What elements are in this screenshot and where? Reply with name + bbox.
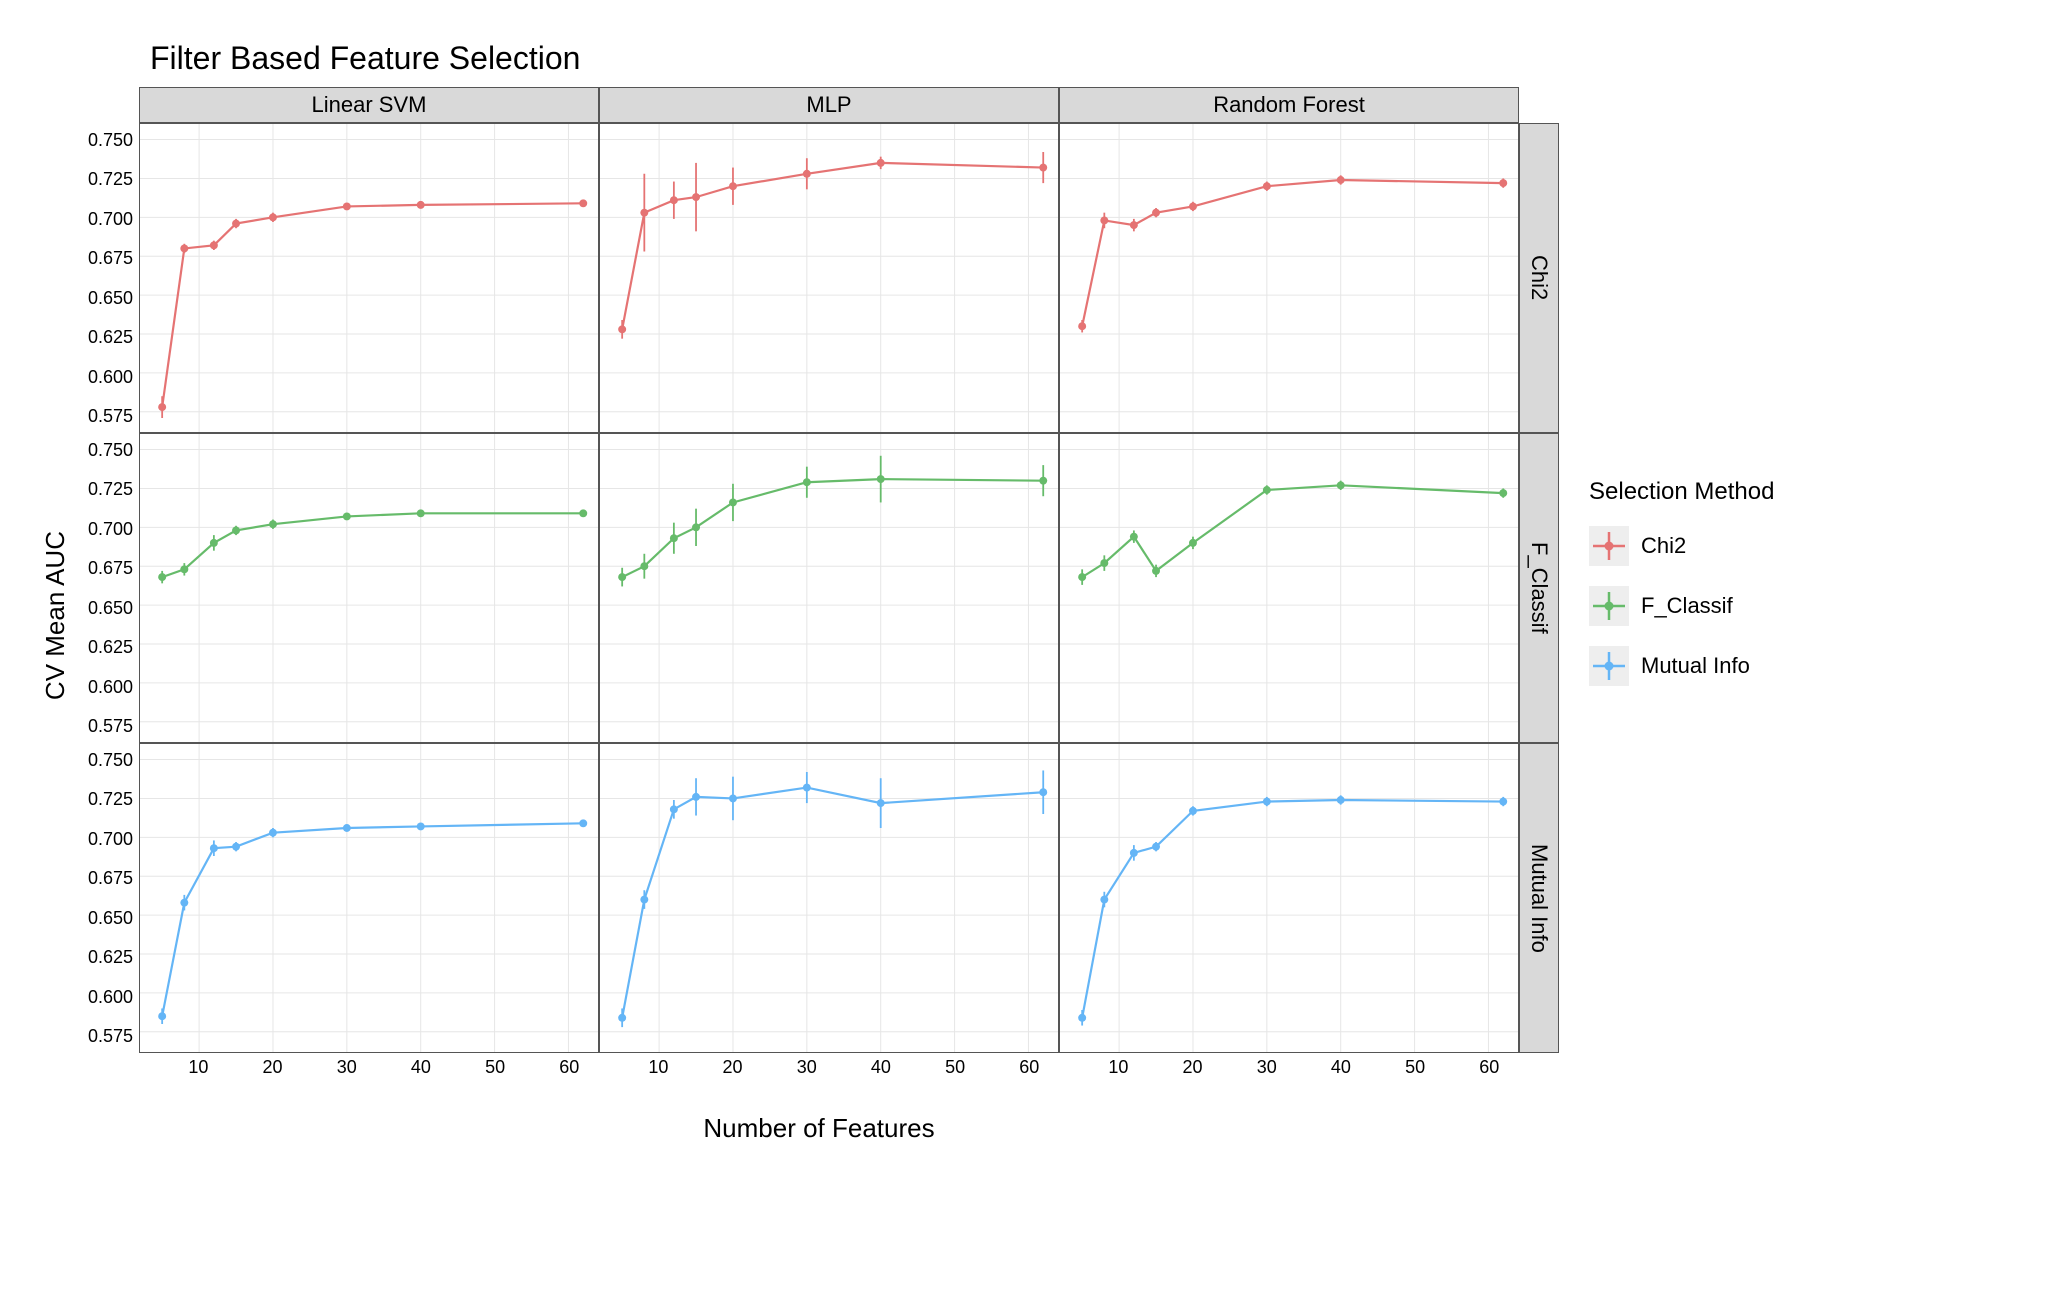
x-tick-label: 50 bbox=[485, 1057, 505, 1078]
x-tick-label: 60 bbox=[1479, 1057, 1499, 1078]
legend: Selection Method Chi2 F_Classif Mutual I… bbox=[1589, 478, 1774, 706]
facet-col-strip: MLP bbox=[599, 87, 1059, 123]
legend-swatch bbox=[1589, 586, 1629, 626]
legend-item: F_Classif bbox=[1589, 586, 1774, 626]
y-tick-label: 0.725 bbox=[88, 480, 133, 498]
x-axis-label: Number of Features bbox=[79, 1113, 1559, 1144]
x-tick-label: 20 bbox=[1183, 1057, 1203, 1078]
legend-item: Chi2 bbox=[1589, 526, 1774, 566]
y-tick-label: 0.625 bbox=[88, 638, 133, 656]
y-tick-label: 0.700 bbox=[88, 520, 133, 538]
legend-title: Selection Method bbox=[1589, 478, 1774, 506]
x-tick-label: 60 bbox=[559, 1057, 579, 1078]
y-tick-label: 0.575 bbox=[88, 717, 133, 735]
facet-panel bbox=[1059, 433, 1519, 743]
facet-col-strip: Linear SVM bbox=[139, 87, 599, 123]
facet-panel bbox=[599, 743, 1059, 1053]
facet-col-label: Linear SVM bbox=[312, 92, 427, 118]
x-tick-label: 20 bbox=[263, 1057, 283, 1078]
facet-panel bbox=[1059, 743, 1519, 1053]
y-tick-label: 0.575 bbox=[88, 1027, 133, 1045]
legend-label: Chi2 bbox=[1641, 533, 1686, 559]
legend-label: F_Classif bbox=[1641, 593, 1733, 619]
x-tick-label: 50 bbox=[1405, 1057, 1425, 1078]
facet-row-label: Mutual Info bbox=[1526, 844, 1552, 953]
y-tick-label: 0.600 bbox=[88, 988, 133, 1006]
y-tick-label: 0.750 bbox=[88, 441, 133, 459]
y-tick-label: 0.675 bbox=[88, 559, 133, 577]
plot-area: Filter Based Feature Selection CV Mean A… bbox=[40, 40, 1559, 1144]
legend-swatch bbox=[1589, 646, 1629, 686]
y-tick-label: 0.750 bbox=[88, 751, 133, 769]
facet-row-strip: Chi2 bbox=[1519, 123, 1559, 433]
facet-panel bbox=[139, 433, 599, 743]
x-tick-label: 10 bbox=[648, 1057, 668, 1078]
y-tick-label: 0.725 bbox=[88, 170, 133, 188]
chart-title: Filter Based Feature Selection bbox=[150, 40, 1559, 77]
y-axis-label: CV Mean AUC bbox=[40, 531, 71, 700]
y-tick-label: 0.625 bbox=[88, 328, 133, 346]
y-tick-label: 0.675 bbox=[88, 869, 133, 887]
y-ticks: 0.750 0.725 0.700 0.675 0.650 0.625 0.600 0.575 bbox=[79, 743, 139, 1053]
x-ticks: 10 20 30 40 50 60 bbox=[599, 1053, 1059, 1083]
y-tick-label: 0.600 bbox=[88, 368, 133, 386]
facet-col-label: MLP bbox=[806, 92, 851, 118]
facet-panel bbox=[599, 123, 1059, 433]
x-tick-label: 40 bbox=[1331, 1057, 1351, 1078]
facet-panel bbox=[139, 743, 599, 1053]
y-ticks: 0.750 0.725 0.700 0.675 0.650 0.625 0.600 0.575 bbox=[79, 433, 139, 743]
y-tick-label: 0.600 bbox=[88, 678, 133, 696]
x-tick-label: 30 bbox=[1257, 1057, 1277, 1078]
facet-row-label: Chi2 bbox=[1526, 255, 1552, 300]
facet-grid: Linear SVM MLP Random Forest 0.750 0.725 0.70… bbox=[79, 87, 1559, 1083]
facet-panel bbox=[599, 433, 1059, 743]
y-tick-label: 0.700 bbox=[88, 210, 133, 228]
y-tick-label: 0.650 bbox=[88, 909, 133, 927]
facet-col-strip: Random Forest bbox=[1059, 87, 1519, 123]
facet-panel bbox=[1059, 123, 1519, 433]
x-tick-label: 30 bbox=[337, 1057, 357, 1078]
legend-label: Mutual Info bbox=[1641, 653, 1750, 679]
x-ticks: 10 20 30 40 50 60 bbox=[1059, 1053, 1519, 1083]
y-tick-label: 0.675 bbox=[88, 249, 133, 267]
facet-row-strip: Mutual Info bbox=[1519, 743, 1559, 1053]
facet-row-label: F_Classif bbox=[1526, 542, 1552, 634]
y-tick-label: 0.725 bbox=[88, 790, 133, 808]
x-tick-label: 50 bbox=[945, 1057, 965, 1078]
y-tick-label: 0.625 bbox=[88, 948, 133, 966]
y-tick-label: 0.750 bbox=[88, 131, 133, 149]
facet-panel bbox=[139, 123, 599, 433]
facet-row-strip: F_Classif bbox=[1519, 433, 1559, 743]
y-tick-label: 0.575 bbox=[88, 407, 133, 425]
x-tick-label: 10 bbox=[1108, 1057, 1128, 1078]
y-tick-label: 0.700 bbox=[88, 830, 133, 848]
legend-item: Mutual Info bbox=[1589, 646, 1774, 686]
x-ticks: 10 20 30 40 50 60 bbox=[139, 1053, 599, 1083]
y-tick-label: 0.650 bbox=[88, 289, 133, 307]
x-tick-label: 40 bbox=[871, 1057, 891, 1078]
facet-col-label: Random Forest bbox=[1213, 92, 1365, 118]
x-tick-label: 20 bbox=[723, 1057, 743, 1078]
y-ticks: 0.750 0.725 0.700 0.675 0.650 0.625 0.600 0.575 bbox=[79, 123, 139, 433]
x-tick-label: 30 bbox=[797, 1057, 817, 1078]
x-tick-label: 40 bbox=[411, 1057, 431, 1078]
figure: Filter Based Feature Selection CV Mean A… bbox=[40, 40, 2008, 1144]
y-tick-label: 0.650 bbox=[88, 599, 133, 617]
x-tick-label: 60 bbox=[1019, 1057, 1039, 1078]
legend-swatch bbox=[1589, 526, 1629, 566]
x-tick-label: 10 bbox=[188, 1057, 208, 1078]
